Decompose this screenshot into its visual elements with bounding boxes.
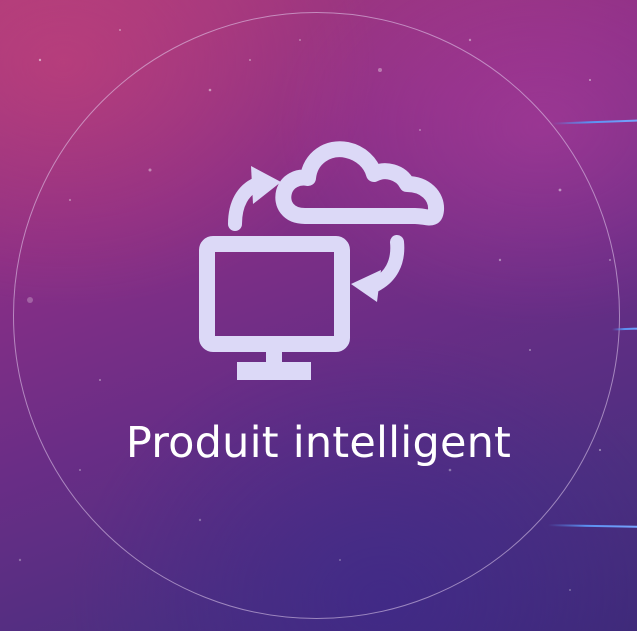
light-streak: [551, 119, 637, 125]
light-streak: [611, 327, 637, 331]
cloud-sync-monitor-icon: [185, 124, 455, 384]
light-streak: [547, 524, 637, 528]
monitor-screen: [199, 236, 350, 352]
monitor-base: [237, 362, 311, 380]
arrowhead-down: [351, 270, 381, 302]
cloud-outline: [275, 141, 444, 226]
slide-title: Produit intelligent: [125, 418, 512, 468]
